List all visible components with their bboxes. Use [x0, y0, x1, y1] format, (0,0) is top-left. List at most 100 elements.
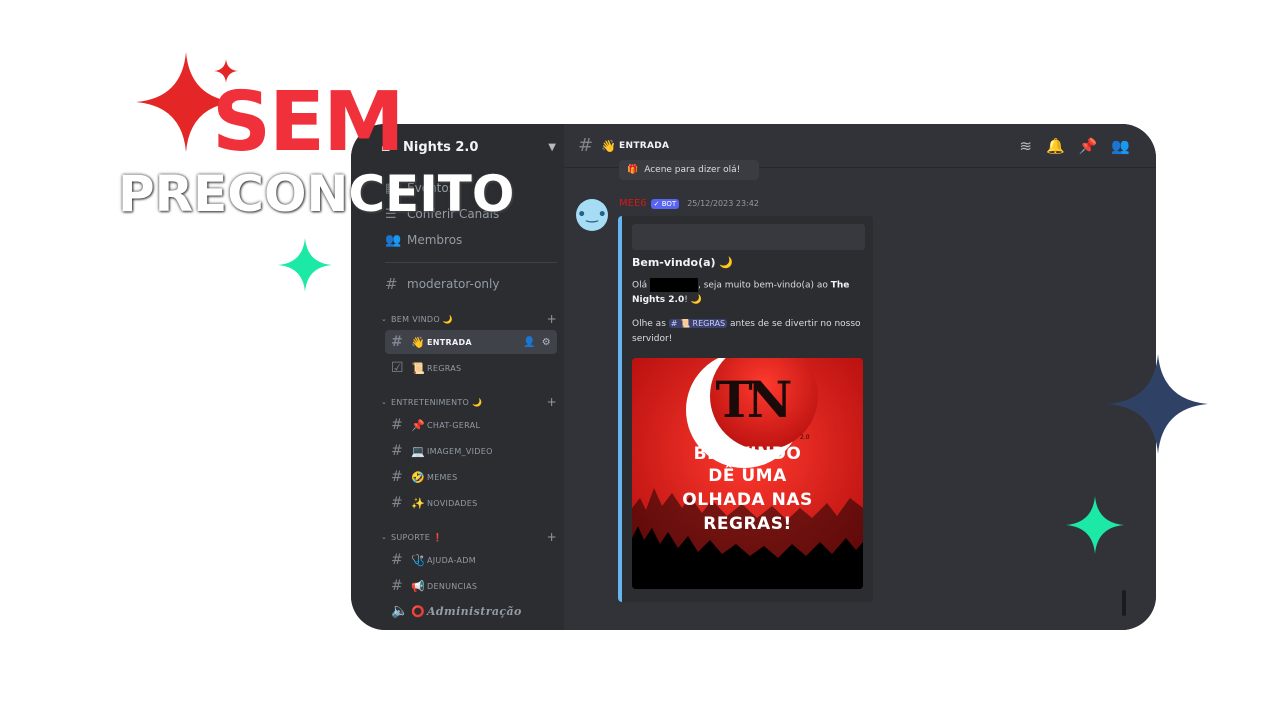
redacted-username: [649, 278, 698, 292]
category-label: SUPORTE ❗: [391, 532, 444, 542]
channel-emoji: 👋: [411, 335, 425, 349]
channel-chat-geral[interactable]: # 📌 CHAT-GERAL: [385, 413, 557, 437]
wave-button[interactable]: 🎁 Acene para dizer olá!: [619, 160, 759, 180]
category-label: ENTRETENIMENTO 🌙: [391, 397, 483, 407]
category-label: BEM VINDO 🌙: [391, 314, 454, 324]
sparkle-green-left: [278, 238, 332, 292]
channel-ajuda-adm[interactable]: # 🩺 AJUDA-ADM: [385, 548, 557, 572]
invite-icon[interactable]: 👤: [523, 337, 536, 348]
sidebar-divider: [385, 262, 557, 263]
channel-label: moderator-only: [407, 277, 500, 291]
speaker-icon: 🔈: [391, 603, 409, 619]
channel-label: IMAGEM_VIDEO: [427, 446, 493, 456]
message-header: MEE6 ✓ BOT 25/12/2023 23:42: [619, 198, 759, 209]
sparkle-blue: [1108, 354, 1208, 454]
channel-label: CHAT-GERAL: [427, 420, 481, 430]
header-toolbar: ≋ 🔔 📌 👥: [1019, 137, 1130, 155]
rules-icon: ☑: [391, 360, 404, 376]
channel-mention-regras[interactable]: # 📜 REGRAS: [668, 319, 728, 328]
welcome-embed: Bem-vindo(a) 🌙 Olá , seja muito bem-vind…: [618, 216, 873, 602]
threads-icon[interactable]: ≋: [1019, 137, 1032, 155]
channel-label: REGRAS: [427, 363, 462, 373]
embed-description-1: Olá , seja muito bem-vindo(a) ao The Nig…: [632, 278, 867, 307]
gear-icon[interactable]: ⚙: [542, 337, 551, 348]
channel-memes[interactable]: # 🤣 MEMES: [385, 465, 557, 489]
hash-icon: #: [391, 469, 404, 485]
embed-title: Bem-vindo(a) 🌙: [632, 256, 734, 269]
channel-administracao[interactable]: 🔈 ⭕ Administração: [385, 599, 557, 623]
channel-emoji: 🩺: [411, 553, 425, 567]
category-entretenimento[interactable]: ⌄ ENTRETENIMENTO 🌙 +: [381, 395, 557, 409]
message-timestamp: 25/12/2023 23:42: [687, 199, 759, 208]
add-channel-icon[interactable]: +: [547, 312, 557, 326]
hash-icon: #: [391, 334, 404, 350]
bell-icon[interactable]: 🔔: [1046, 137, 1065, 155]
embed-author-bar: [632, 224, 865, 250]
chevron-down-icon: ⌄: [381, 315, 388, 323]
avatar[interactable]: •‿•: [576, 199, 608, 231]
sparkle-green-right: [1066, 496, 1124, 554]
hash-icon: #: [391, 552, 404, 568]
author-name[interactable]: MEE6: [619, 198, 647, 209]
hash-icon: #: [391, 417, 404, 433]
channel-label: MEMES: [427, 472, 458, 482]
chevron-down-icon[interactable]: ▼: [548, 142, 556, 153]
poster-line: OLHADA NAS: [682, 490, 813, 510]
embed-description-2: Olhe as # 📜 REGRAS antes de se divertir …: [632, 316, 867, 347]
channel-label: Administração: [427, 604, 522, 618]
text-segment: ! 🌙: [684, 294, 702, 305]
channel-label: ENTRADA: [427, 337, 472, 347]
add-channel-icon[interactable]: +: [547, 395, 557, 409]
pin-icon[interactable]: 📌: [1079, 137, 1098, 155]
channel-emoji: 🤣: [411, 470, 425, 484]
channel-entrada[interactable]: # 👋 ENTRADA 👤 ⚙: [385, 330, 557, 354]
headline-preconceito: PRECONCEITO: [118, 165, 515, 223]
channel-title: ENTRADA: [619, 140, 670, 151]
poster-line: BEMVINDO: [693, 444, 802, 464]
chevron-down-icon: ⌄: [381, 533, 388, 541]
channel-emoji: 📜: [411, 361, 425, 375]
poster-line: REGRAS!: [703, 514, 792, 534]
poster-version: 2.0: [800, 434, 810, 441]
channel-moderator-only[interactable]: # moderator-only: [385, 272, 557, 296]
chevron-down-icon: ⌄: [381, 398, 388, 406]
channel-emoji: 📌: [411, 418, 425, 432]
hash-icon: #: [385, 275, 398, 293]
sticker-icon: 🎁: [627, 165, 639, 175]
channel-emoji: ✨: [411, 496, 425, 510]
scrollbar[interactable]: [1122, 590, 1126, 616]
hash-icon: #: [391, 495, 404, 511]
channel-label: NOVIDADES: [427, 498, 478, 508]
chat-area: # 👋 ENTRADA ≋ 🔔 📌 👥 🎁 Acene para dizer o…: [564, 124, 1156, 630]
bot-badge: ✓ BOT: [650, 198, 680, 209]
poster-logo: TN: [715, 370, 793, 429]
server-name: Nights 2.0: [403, 139, 479, 155]
stage: ⌂ Nights 2.0 ▼ ▦ Eventos ☰ Conferir Cana…: [0, 0, 1280, 720]
hash-icon: #: [391, 578, 404, 594]
text-segment: Olá: [632, 280, 648, 291]
category-bem-vindo[interactable]: ⌄ BEM VINDO 🌙 +: [381, 312, 557, 326]
category-suporte[interactable]: ⌄ SUPORTE ❗ +: [381, 530, 557, 544]
channel-label: DENUNCIAS: [427, 581, 478, 591]
add-channel-icon[interactable]: +: [547, 530, 557, 544]
welcome-poster-image[interactable]: TN 2.0 BEMVINDO DÊ UMA OLHADA NAS REGRAS…: [632, 358, 863, 589]
channel-regras[interactable]: ☑ 📜 REGRAS: [385, 356, 557, 380]
channel-imagem-video[interactable]: # 💻 IMAGEM_VIDEO: [385, 439, 557, 463]
channel-denuncias[interactable]: # 📢 DENUNCIAS: [385, 574, 557, 598]
hash-icon: #: [391, 443, 404, 459]
sidebar-item-members[interactable]: 👥 Membros: [385, 228, 557, 252]
channel-label: AJUDA-ADM: [427, 555, 476, 565]
channel-novidades[interactable]: # ✨ NOVIDADES: [385, 491, 557, 515]
channel-emoji: 💻: [411, 444, 425, 458]
server-header[interactable]: ⌂ Nights 2.0 ▼: [381, 134, 556, 160]
text-segment: Olhe as: [632, 319, 666, 329]
channel-emoji: 👋: [601, 138, 617, 153]
wave-button-label: Acene para dizer olá!: [644, 165, 741, 175]
channel-emoji: 📢: [411, 579, 425, 593]
poster-line: DÊ UMA: [708, 466, 787, 486]
members-icon[interactable]: 👥: [1111, 137, 1130, 155]
headline-sem: SEM: [212, 75, 405, 170]
members-icon: 👥: [385, 232, 402, 248]
channel-emoji: ⭕: [411, 604, 425, 618]
text-segment: antes de se divertir no nosso servidor!: [632, 319, 861, 344]
